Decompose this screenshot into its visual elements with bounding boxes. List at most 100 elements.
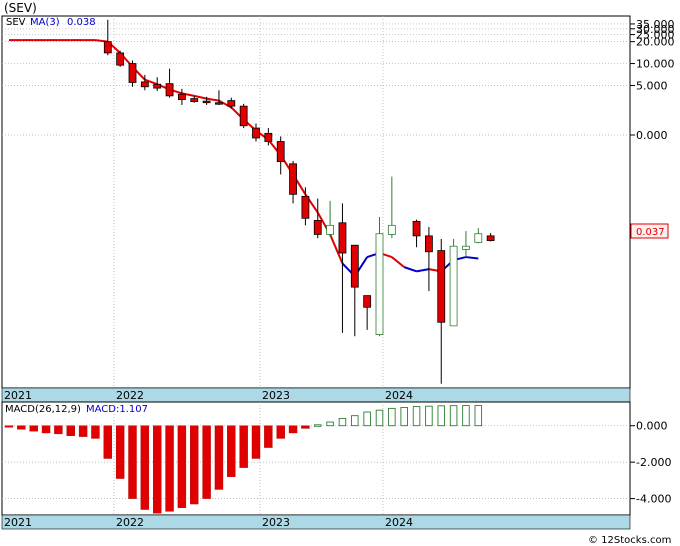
macd-bar xyxy=(251,425,261,459)
macd-bar xyxy=(437,405,446,427)
macd-bar xyxy=(54,425,63,435)
price-year-label: 2024 xyxy=(385,389,413,402)
macd-legend-label: MACD(26,12,9) xyxy=(5,404,81,415)
macd-bar xyxy=(214,425,224,490)
candle-body xyxy=(153,83,162,89)
macd-bar xyxy=(227,425,236,477)
candle-body xyxy=(276,141,285,163)
macd-bar xyxy=(128,425,137,499)
price-tick-label: 5.000 xyxy=(636,79,668,92)
macd-bar xyxy=(78,425,88,437)
macd-year-label: 2023 xyxy=(262,516,290,529)
candle-body xyxy=(202,100,211,104)
candle-body xyxy=(165,83,174,97)
candle-body xyxy=(177,93,186,100)
candle-body xyxy=(338,222,347,254)
candle-body xyxy=(424,235,433,253)
price-plot-frame xyxy=(1,15,631,389)
candle-body xyxy=(387,224,396,235)
macd-bar xyxy=(4,425,14,428)
macd-bar xyxy=(326,421,334,427)
macd-bar xyxy=(91,425,100,439)
macd-bar xyxy=(338,417,347,427)
macd-bar xyxy=(462,405,470,427)
macd-bar xyxy=(152,425,162,514)
macd-bar xyxy=(239,425,248,468)
candle-body xyxy=(239,105,248,127)
candle-body xyxy=(301,195,310,219)
price-tick-label: 0.000 xyxy=(636,129,668,142)
macd-date-band xyxy=(1,514,631,530)
price-year-label: 2023 xyxy=(262,389,290,402)
legend-ma-value: 0.038 xyxy=(67,17,96,28)
candle-body xyxy=(412,220,421,237)
legend-symbol: SEV xyxy=(6,17,26,28)
macd-bar xyxy=(264,425,273,448)
candle-body xyxy=(289,163,297,195)
legend-ma-label: MA(3) xyxy=(30,17,60,28)
macd-bar xyxy=(202,425,211,499)
macd-bar xyxy=(288,425,298,434)
chart-canvas: 35.00030.00025.00020.00010.0005.0000.000… xyxy=(1,1,675,546)
watermark: © 12Stocks.com xyxy=(588,535,671,546)
macd-bar xyxy=(103,425,113,459)
macd-bar xyxy=(314,424,322,427)
candle-body xyxy=(326,224,335,235)
candle-body xyxy=(350,244,359,288)
macd-bar xyxy=(351,415,359,427)
macd-bar xyxy=(190,425,199,505)
macd-bar xyxy=(17,425,26,430)
macd-bar xyxy=(165,425,174,512)
macd-bar xyxy=(29,425,38,432)
candle-body xyxy=(215,102,223,105)
macd-bar xyxy=(115,425,125,479)
candle-body xyxy=(437,250,446,323)
macd-tick-label: 0.000 xyxy=(636,420,668,433)
last-price-tag: 0.037 xyxy=(636,227,665,238)
macd-panel: 2021 2022 2023 2024 0.000 -2.000 -4.000 xyxy=(1,401,671,530)
macd-bar xyxy=(449,405,458,427)
candle-body xyxy=(252,127,260,139)
macd-bar xyxy=(41,425,51,434)
candle-body xyxy=(140,81,149,88)
candle-body xyxy=(264,132,273,142)
macd-year-label: 2024 xyxy=(385,516,413,529)
price-tick-label: 20.000 xyxy=(636,36,675,49)
macd-legend-value: MACD:1.107 xyxy=(86,404,148,415)
candle-body xyxy=(474,233,483,243)
macd-bar xyxy=(474,405,483,427)
macd-bar xyxy=(375,409,384,427)
candle-body xyxy=(462,245,470,250)
macd-bar xyxy=(66,425,75,436)
candle-body xyxy=(128,63,137,83)
price-tick-label: 10.000 xyxy=(636,58,675,71)
price-date-band xyxy=(1,387,631,403)
price-year-label: 2021 xyxy=(4,389,32,402)
candle-body xyxy=(363,295,372,308)
candle-body xyxy=(227,100,236,107)
candle-body xyxy=(486,235,495,242)
macd-plot-frame xyxy=(1,401,631,516)
candle-body xyxy=(116,52,125,66)
candle-body xyxy=(375,233,384,335)
macd-bar xyxy=(388,407,396,427)
chart-title: (SEV) xyxy=(4,1,37,15)
macd-bar xyxy=(276,425,285,439)
candle-body xyxy=(190,98,199,103)
candle-body xyxy=(313,220,322,235)
macd-tick-label: -4.000 xyxy=(636,493,671,506)
macd-bar xyxy=(363,411,371,427)
candle-body xyxy=(449,245,458,327)
candle-body xyxy=(103,41,112,54)
macd-bar xyxy=(412,406,421,427)
macd-bar xyxy=(301,425,310,429)
price-panel: 35.00030.00025.00020.00010.0005.0000.000… xyxy=(1,15,675,403)
macd-year-label: 2021 xyxy=(4,516,32,529)
macd-tick-label: -2.000 xyxy=(636,456,671,469)
macd-bar xyxy=(400,407,408,427)
macd-bar xyxy=(425,405,433,427)
macd-bar xyxy=(140,425,150,510)
price-year-label: 2022 xyxy=(116,389,144,402)
macd-bar xyxy=(177,425,187,508)
macd-year-label: 2022 xyxy=(116,516,144,529)
